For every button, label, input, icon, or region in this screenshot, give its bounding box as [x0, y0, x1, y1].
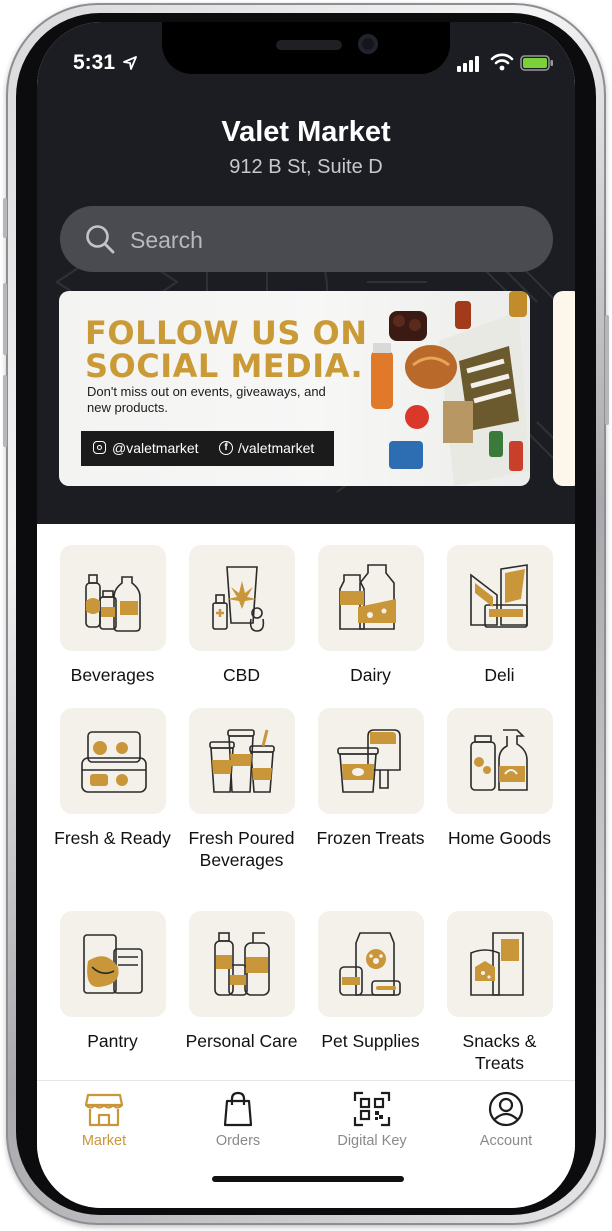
category-pet-supplies[interactable]: Pet Supplies	[306, 911, 435, 1053]
tab-label: Digital Key	[337, 1133, 407, 1149]
category-label: Frozen Treats	[316, 828, 425, 848]
category-grid: Beverages CBD Dairy Deli Fresh & Ready F…	[37, 524, 575, 1084]
banner-headline: FOLLOW US ON SOCIAL MEDIA.	[85, 317, 385, 383]
storefront-icon	[85, 1093, 123, 1127]
tab-label: Orders	[215, 1133, 261, 1149]
earpiece-speaker	[276, 40, 342, 50]
facebook-handle: /valetmarket	[238, 440, 315, 456]
tab-account[interactable]: Account	[439, 1081, 573, 1149]
category-label: CBD	[223, 665, 260, 685]
search-bar[interactable]	[60, 206, 553, 274]
qr-code-icon	[353, 1091, 391, 1127]
category-cbd[interactable]: CBD	[177, 545, 306, 687]
category-dairy[interactable]: Dairy	[306, 545, 435, 687]
pantry-icon	[82, 934, 143, 994]
category-beverages[interactable]: Beverages	[48, 545, 177, 687]
promo-banner[interactable]: FOLLOW US ON SOCIAL MEDIA. Don't miss ou…	[59, 291, 530, 486]
tab-label: Market	[81, 1133, 127, 1149]
category-tile	[446, 545, 553, 651]
front-camera	[358, 34, 378, 54]
category-fresh-ready[interactable]: Fresh & Ready	[48, 708, 177, 850]
facebook-icon: f	[219, 441, 233, 455]
category-tile	[188, 545, 295, 651]
account-icon	[488, 1091, 524, 1127]
power-button	[605, 315, 609, 425]
personal-care-icon	[213, 932, 270, 996]
banner-products-image	[371, 291, 530, 486]
category-label: Snacks & Treats	[462, 1031, 537, 1073]
category-label: Personal Care	[185, 1031, 298, 1051]
category-snacks-treats[interactable]: Snacks & Treats	[435, 911, 564, 1074]
battery-icon	[520, 55, 553, 71]
fresh-ready-icon	[80, 731, 147, 793]
category-deli[interactable]: Deli	[435, 545, 564, 687]
home-indicator[interactable]	[212, 1176, 404, 1182]
category-label: Home Goods	[447, 828, 552, 848]
category-tile	[317, 545, 424, 651]
category-tile	[188, 911, 295, 1017]
dairy-icon	[338, 564, 396, 630]
category-fresh-poured-beverages[interactable]: Fresh Poured Beverages	[177, 708, 306, 871]
category-tile	[317, 911, 424, 1017]
beverages-icon	[84, 574, 141, 632]
search-input[interactable]	[128, 206, 532, 274]
volume-down-button	[3, 375, 7, 447]
category-tile	[317, 708, 424, 814]
category-label: Pantry	[87, 1031, 138, 1051]
bottom-tab-bar: Market Orders Digital Key Account	[37, 1080, 575, 1208]
category-label: Fresh & Ready	[54, 828, 171, 848]
snacks-treats-icon	[469, 932, 524, 996]
cbd-icon	[211, 566, 264, 632]
volume-up-button	[3, 283, 7, 355]
search-icon	[86, 225, 115, 254]
fresh-poured-icon	[208, 729, 275, 793]
category-tile	[59, 911, 166, 1017]
category-home-goods[interactable]: Home Goods	[435, 708, 564, 850]
category-personal-care[interactable]: Personal Care	[177, 911, 306, 1053]
category-label: Fresh Poured Beverages	[188, 828, 295, 870]
banner-subtext: Don't miss out on events, giveaways, and…	[87, 384, 326, 415]
banner-headline-line2: SOCIAL MEDIA.	[85, 347, 364, 385]
category-tile	[59, 545, 166, 651]
category-label: Deli	[484, 665, 515, 685]
category-label: Pet Supplies	[321, 1031, 420, 1051]
shopping-bag-icon	[223, 1091, 253, 1127]
next-banner-peek[interactable]	[553, 291, 575, 486]
banner-social-handles: @valetmarket f /valetmarket	[81, 431, 334, 466]
display-notch	[162, 22, 450, 74]
category-frozen-treats[interactable]: Frozen Treats	[306, 708, 435, 850]
tab-label: Account	[479, 1133, 533, 1149]
location-arrow-icon	[123, 56, 137, 70]
home-goods-icon	[469, 729, 528, 791]
category-tile	[446, 911, 553, 1017]
category-label: Dairy	[350, 665, 391, 685]
store-header: 5:31 Valet Market 912 B St, Suite D Sear…	[37, 22, 575, 524]
frozen-treats-icon	[336, 729, 401, 793]
tab-orders[interactable]: Orders	[171, 1081, 305, 1149]
banner-headline-line1: FOLLOW US ON	[85, 314, 368, 352]
deli-icon	[469, 564, 528, 628]
cellular-signal-icon	[457, 56, 479, 72]
instagram-icon	[93, 441, 106, 454]
instagram-handle: @valetmarket	[112, 440, 199, 456]
store-address: 912 B St, Suite D	[229, 156, 383, 178]
category-label: Beverages	[70, 665, 155, 685]
category-pantry[interactable]: Pantry	[48, 911, 177, 1053]
status-time: 5:31	[73, 51, 116, 74]
tab-digital-key[interactable]: Digital Key	[305, 1081, 439, 1149]
category-tile	[446, 708, 553, 814]
tab-market[interactable]: Market	[37, 1081, 171, 1149]
category-tile	[59, 708, 166, 814]
store-name: Valet Market	[221, 116, 391, 148]
category-tile	[188, 708, 295, 814]
wifi-icon	[490, 53, 514, 71]
pet-supplies-icon	[338, 932, 401, 996]
app-screen: 5:31 Valet Market 912 B St, Suite D Sear…	[37, 22, 575, 1208]
mute-switch	[3, 198, 7, 238]
